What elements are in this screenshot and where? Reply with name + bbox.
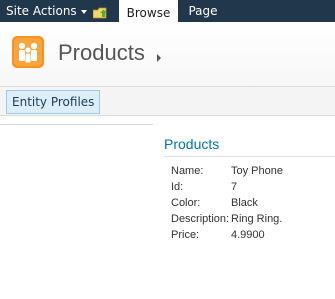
site-actions-label: Site Actions — [6, 4, 77, 18]
left-navigation-panel — [0, 116, 153, 125]
page-title: Products — [58, 40, 145, 65]
field-label: Description: — [171, 213, 230, 225]
site-actions-menu[interactable]: Site Actions — [6, 4, 87, 18]
field-row-description: Description: Ring Ring. — [171, 211, 335, 227]
chevron-right-icon — [157, 54, 161, 62]
toolbar: Entity Profiles — [0, 86, 335, 116]
field-label: Color: — [171, 197, 201, 209]
field-value: Black — [231, 197, 258, 209]
section-title: Products — [164, 134, 335, 157]
field-value: Toy Phone — [231, 165, 283, 177]
title-area: Products — [0, 22, 335, 86]
ribbon-bar: Site Actions Browse Page — [0, 0, 335, 22]
navigate-up-icon[interactable] — [92, 4, 107, 19]
field-row-price: Price: 4.9900 — [171, 227, 335, 243]
field-label: Price: — [171, 229, 200, 241]
field-value: 4.9900 — [231, 229, 265, 241]
field-list: Name: Toy Phone Id: 7 Color: Black Descr… — [171, 163, 335, 243]
tab-browse[interactable]: Browse — [119, 0, 178, 22]
entity-profiles-button[interactable]: Entity Profiles — [6, 90, 101, 114]
field-value: Ring Ring. — [231, 213, 283, 225]
main-content: Products Name: Toy Phone Id: 7 Color: Bl… — [164, 134, 335, 243]
field-row-color: Color: Black — [171, 195, 335, 211]
field-label: Name: — [171, 165, 204, 177]
field-value: 7 — [231, 181, 238, 193]
tab-page[interactable]: Page — [180, 0, 226, 22]
field-row-id: Id: 7 — [171, 179, 335, 195]
field-row-name: Name: Toy Phone — [171, 163, 335, 179]
people-icon — [12, 36, 44, 68]
field-label: Id: — [171, 181, 184, 193]
chevron-down-icon — [80, 9, 87, 14]
